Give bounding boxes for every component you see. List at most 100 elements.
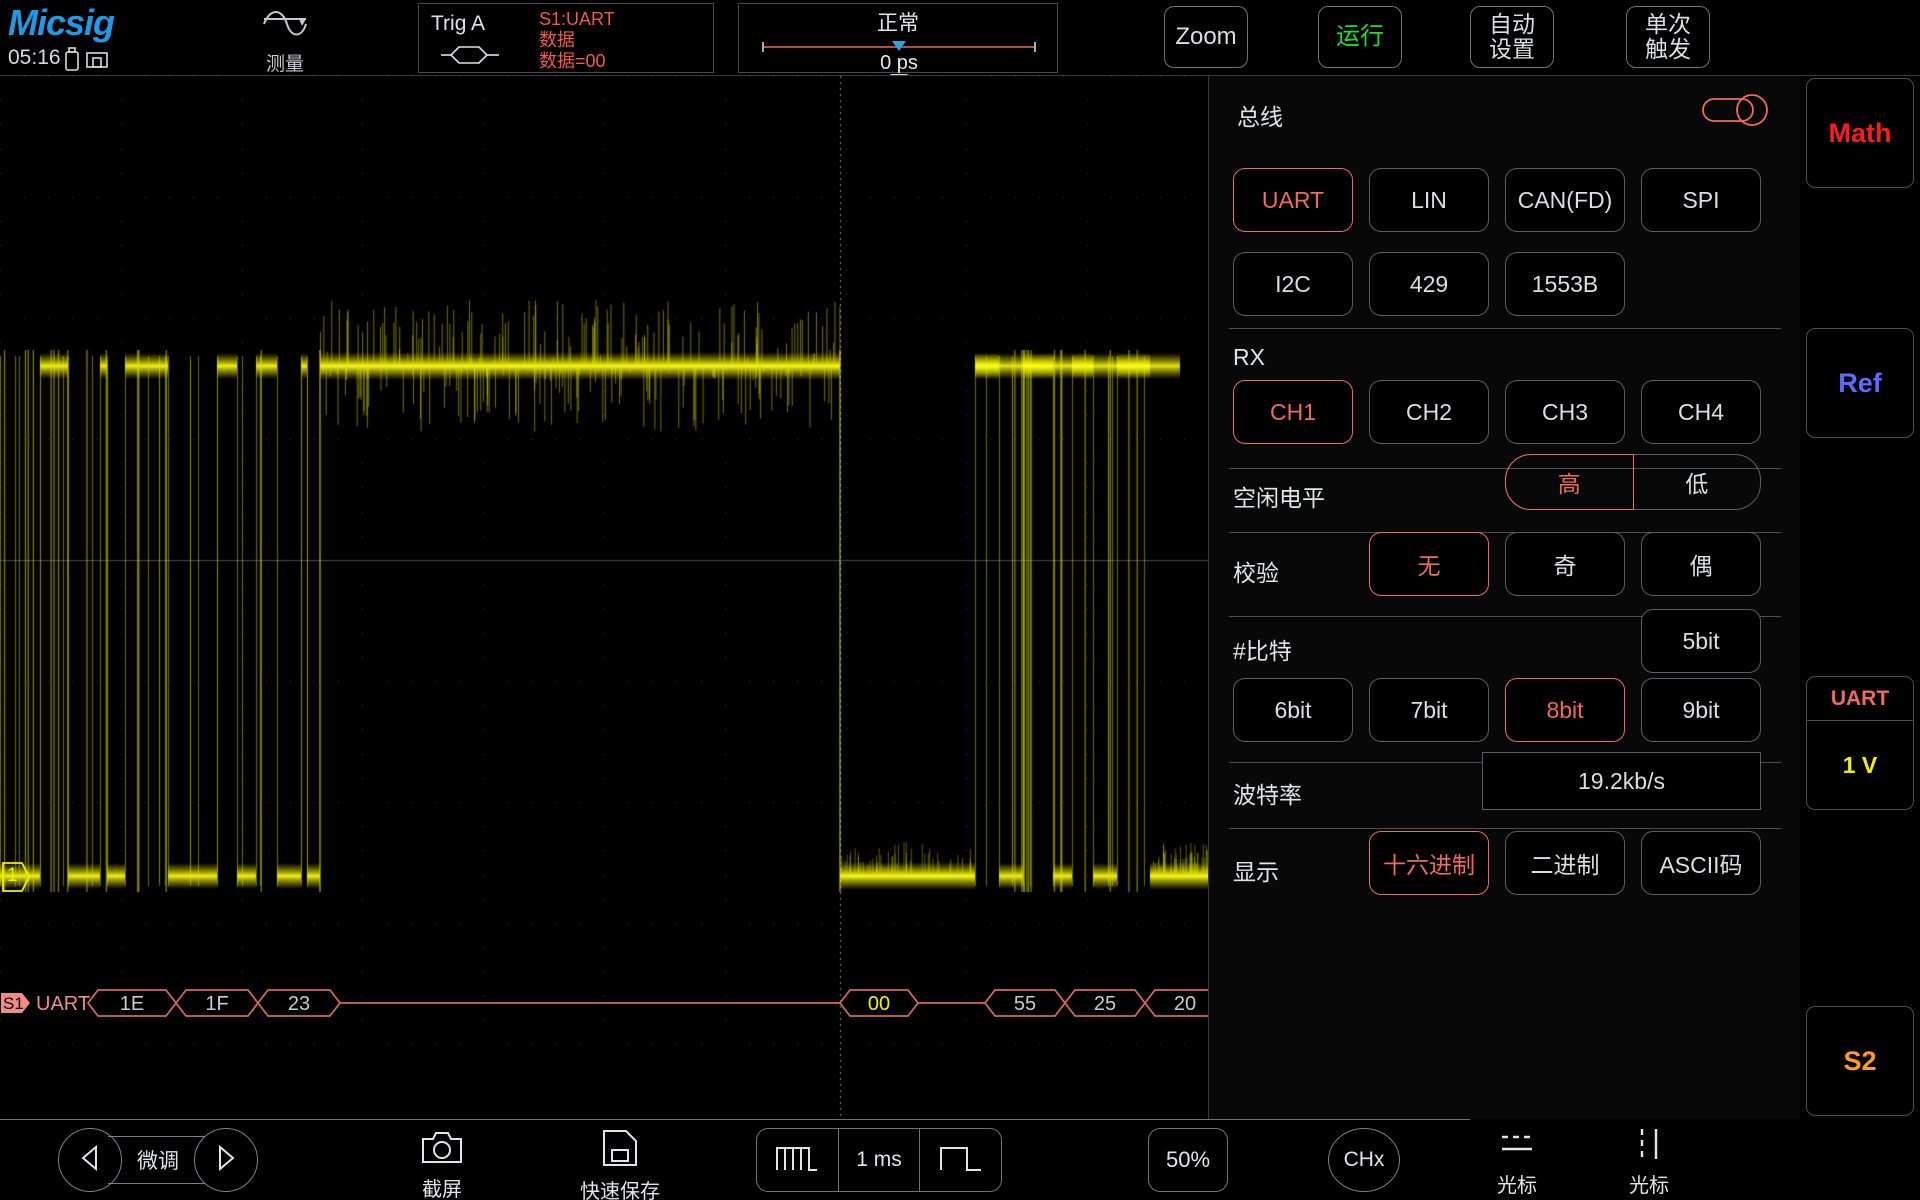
fine-tune-next-button[interactable] [194,1128,258,1192]
bus-packet[interactable]: 1F [176,990,258,1016]
horizontal-cursor-label: 光标 [1497,1169,1537,1198]
rx-ch1-button[interactable]: CH1 [1233,380,1353,444]
vertical-cursor-button[interactable]: 光标 [1628,1126,1670,1198]
trigger-level-percent-button[interactable]: 50% [1148,1128,1228,1192]
ref-button[interactable]: Ref [1806,328,1914,438]
trigger-info-box[interactable]: Trig A S1:UART 数据 数据=00 [418,3,714,73]
brand-logo: Micsig [8,2,114,44]
divider-display [1229,828,1781,829]
parity-none-button[interactable]: 无 [1369,532,1489,596]
bits-6bit-button[interactable]: 6bit [1233,678,1353,742]
vertical-cursor-icon [1628,1126,1670,1167]
parity-even-button[interactable]: 偶 [1641,532,1761,596]
trigger-position-bar[interactable] [761,40,1037,50]
channel1-badge-label: 1 [7,865,18,887]
bus-enable-toggle[interactable] [1702,92,1768,128]
pulse-train-icon [773,1140,821,1180]
bus-packet-value: 00 [868,993,890,1015]
camera-icon [420,1128,464,1171]
bits-9bit-button[interactable]: 9bit [1641,678,1761,742]
quicksave-button[interactable]: 快速保存 [580,1128,660,1200]
timebase-increase-button[interactable] [919,1129,1001,1191]
protocol-spi-button[interactable]: SPI [1641,168,1761,232]
bus-packet[interactable]: 23 [258,990,340,1016]
display-label: 显示 [1233,853,1279,887]
screenshot-button[interactable]: 截屏 [420,1128,464,1200]
right-rail: Math Ref UART 1 V S2 [1800,76,1920,1119]
trigger-source: S1:UART [539,9,615,30]
trigger-status-title: 正常 [739,7,1057,37]
protocol-i2c-button[interactable]: I2C [1233,252,1353,316]
channel-select-button[interactable]: CHx [1328,1128,1400,1192]
waveform-display[interactable]: 1 S1UART1E1F2300552520 -6 ms-5 ms-4 ms-3… [0,76,1208,1119]
run-stop-button[interactable]: 运行 [1318,6,1402,68]
bottom-toolbar: 微调 截屏 快速保存 [0,1120,1920,1200]
zoom-button[interactable]: Zoom [1164,6,1248,68]
rx-label: RX [1233,344,1265,371]
bus-decode-svg: S1 UART 1E 1F 23 00 55 25 20 [0,981,1208,1031]
bits-8bit-button[interactable]: 8bit [1505,678,1625,742]
display-hex-button[interactable]: 十六进制 [1369,831,1489,895]
bits-7bit-button[interactable]: 7bit [1369,678,1489,742]
bits-5bit-button[interactable]: 5bit [1641,609,1761,673]
timebase-control: 1 ms [756,1128,1002,1192]
timebase-decrease-button[interactable] [757,1129,838,1191]
measure-button[interactable]: 测量 [250,6,320,70]
bus-packet[interactable]: 25 [1065,990,1145,1016]
bus-decode-lane[interactable]: S1 UART 1E 1F 23 00 55 25 20 [0,981,1208,1031]
s2-button[interactable]: S2 [1806,1006,1914,1116]
top-bar: Micsig 05:16 测量 Trig A [0,0,1920,76]
bus-packet[interactable]: 20 [1145,990,1208,1016]
protocol-lin-button[interactable]: LIN [1369,168,1489,232]
measure-label: 测量 [266,49,304,76]
storage-icon [85,46,109,72]
display-binary-button[interactable]: 二进制 [1505,831,1625,895]
horizontal-cursor-button[interactable]: 光标 [1496,1126,1538,1198]
bus-channel-button[interactable]: UART 1 V [1806,676,1914,810]
baud-value-field[interactable]: 19.2kb/s [1482,752,1761,810]
bus-config-panel: 总线 UART LIN CAN(FD) SPI I2C 429 1553B RX… [1208,76,1800,1119]
rx-ch4-button[interactable]: CH4 [1641,380,1761,444]
math-button[interactable]: Math [1806,78,1914,188]
single-trigger-button[interactable]: 单次 触发 [1626,6,1710,68]
hexagon-packet-icon [441,42,501,73]
timebase-value[interactable]: 1 ms [838,1129,920,1191]
protocol-uart-button[interactable]: UART [1233,168,1353,232]
bus-packet-value: 1E [120,993,144,1015]
channel1-waveform [0,76,1208,1119]
waveform-measure-icon [260,6,310,47]
bus-packet[interactable]: 00 [840,990,918,1016]
bus-badge-label: S1 [3,994,24,1013]
bus-packet-value: 20 [1174,993,1196,1015]
bus-packet[interactable]: 55 [985,990,1065,1016]
parity-odd-button[interactable]: 奇 [1505,532,1625,596]
bits-label: #比特 [1233,632,1292,666]
protocol-1553b-button[interactable]: 1553B [1505,252,1625,316]
autoset-button[interactable]: 自动 设置 [1470,6,1554,68]
bus-packet-value: 55 [1014,993,1036,1015]
idle-level-segmented[interactable]: 高 低 [1505,454,1761,510]
display-ascii-button[interactable]: ASCII码 [1641,831,1761,895]
trigger-label: Trig A [431,12,485,36]
bus-packet[interactable]: 1E [88,990,176,1016]
idle-level-high-option[interactable]: 高 [1505,454,1634,510]
bus-packet-value: 1F [205,993,228,1015]
trigger-value: 数据=00 [539,51,615,72]
trigger-status-box[interactable]: 正常 0 ps [738,3,1058,73]
autoset-line2: 设置 [1489,37,1535,62]
bus-name-label: UART [36,993,90,1015]
bus-channel-scale: 1 V [1807,721,1913,809]
parity-label: 校验 [1233,554,1279,588]
protocol-429-button[interactable]: 429 [1369,252,1489,316]
rx-ch2-button[interactable]: CH2 [1369,380,1489,444]
clock: 05:16 [8,46,61,70]
bus-packet-value: 25 [1094,993,1116,1015]
baud-label: 波特率 [1233,776,1302,810]
quicksave-label: 快速保存 [580,1175,660,1200]
trigger-detail: S1:UART 数据 数据=00 [539,9,615,72]
protocol-canfd-button[interactable]: CAN(FD) [1505,168,1625,232]
trigger-type: 数据 [539,30,615,51]
idle-level-low-option[interactable]: 低 [1634,455,1761,509]
rx-ch3-button[interactable]: CH3 [1505,380,1625,444]
channel1-marker[interactable]: 1 [2,862,28,892]
